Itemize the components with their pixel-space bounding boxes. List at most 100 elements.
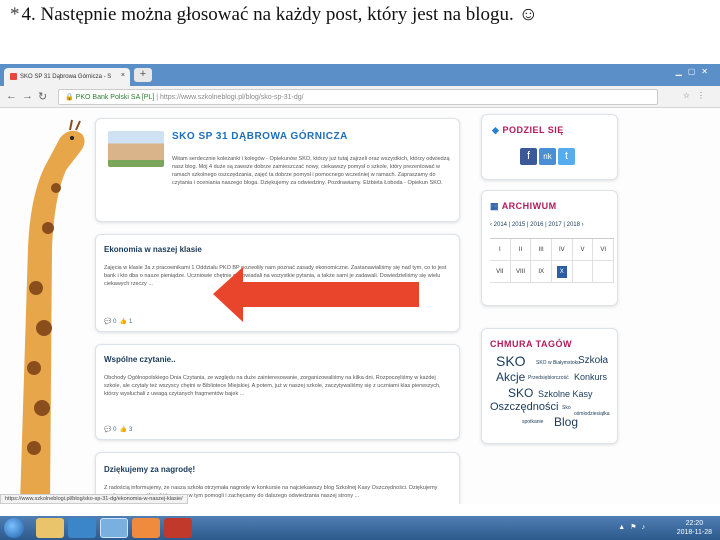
share-buttons: f nk t <box>520 146 607 165</box>
clock-time: 22:20 <box>685 520 704 527</box>
giraffe-illustration-icon <box>0 108 90 504</box>
tag-link[interactable]: SKO <box>496 353 526 369</box>
archive-next-icon[interactable]: › <box>582 222 584 228</box>
archive-month[interactable]: II <box>510 239 532 261</box>
share-widget: ◆ PODZIEL SIĘ f nk t <box>481 114 618 180</box>
tag-link[interactable]: SKO w Białymstoku <box>536 360 580 366</box>
post-card: Wspólne czytanie.. Obchody Ogólnopolskie… <box>95 344 460 440</box>
menu-icon[interactable]: ⋮ <box>697 91 712 100</box>
tab-close-icon[interactable]: × <box>121 72 125 79</box>
comment-count: 0 <box>113 427 117 433</box>
system-tray[interactable]: ▲⚑♪ <box>618 523 650 531</box>
powerpoint-icon[interactable] <box>164 518 192 538</box>
calendar-icon: ▦ <box>490 201 500 211</box>
tab-strip: SKO SP 31 Dąbrowa Górnicza - S × + ▁▢✕ <box>0 64 720 86</box>
post-title[interactable]: Ekonomia w naszej klasie <box>104 245 451 254</box>
media-player-icon[interactable] <box>132 518 160 538</box>
share-title: ◆ PODZIEL SIĘ <box>492 125 564 135</box>
star-icon[interactable]: ☆ <box>683 91 697 100</box>
archive-widget: ▦ ARCHIWUM ‹ 2014 | 2015 | 2016 | 2017 |… <box>481 190 618 306</box>
post-title[interactable]: Wspólne czytanie.. <box>104 355 451 364</box>
internet-explorer-icon[interactable] <box>68 518 96 538</box>
tab-title: SKO SP 31 Dąbrowa Górnicza - S <box>20 74 112 81</box>
post-title[interactable]: Dziękujemy za nagrodę! <box>104 465 451 474</box>
nk-icon[interactable]: nk <box>539 148 556 165</box>
archive-month-active[interactable]: X <box>551 261 573 283</box>
tag-link[interactable]: Szkolne Kasy <box>538 389 593 399</box>
new-tab-button[interactable]: + <box>134 68 152 82</box>
slide-title-text: 4. Następnie można głosować na każdy pos… <box>21 4 519 25</box>
windows-taskbar: ▲⚑♪ 22:20 2018-11-28 <box>0 516 720 540</box>
volume-icon[interactable]: ♪ <box>642 524 651 531</box>
school-intro-card: SKO SP 31 DĄBROWA GÓRNICZA Witam serdecz… <box>95 118 460 222</box>
archive-month-empty <box>593 261 614 283</box>
smiley-icon: ☺ <box>518 4 538 25</box>
back-icon[interactable]: ← <box>6 90 17 102</box>
tag-link[interactable]: Przedsiębiorczość <box>528 375 569 381</box>
archive-years[interactable]: ‹ 2014 | 2015 | 2016 | 2017 | 2018 › <box>490 222 609 228</box>
archive-title: ▦ ARCHIWUM <box>490 201 557 211</box>
tag-link[interactable]: Oszczędności <box>490 401 558 413</box>
network-icon[interactable]: ▲ <box>618 524 630 531</box>
clock-date: 2018-11-28 <box>676 529 712 536</box>
tag-link[interactable]: spotkanie <box>522 419 543 425</box>
slide-bullet: * <box>10 4 20 25</box>
comment-icon[interactable]: 💬 <box>104 319 111 325</box>
tag-cloud-widget: CHMURA TAGÓW SKO SKO w Białymstoku Szkoł… <box>481 328 618 444</box>
file-explorer-icon[interactable] <box>36 518 64 538</box>
browser-window: SKO SP 31 Dąbrowa Górnicza - S × + ▁▢✕ ←… <box>0 64 720 516</box>
chrome-icon[interactable] <box>100 518 128 538</box>
red-arrow-icon <box>213 267 419 322</box>
window-controls[interactable]: ▁▢✕ <box>676 67 714 76</box>
lock-icon: 🔒 <box>65 94 74 101</box>
tag-link[interactable]: SKO <box>508 386 533 400</box>
minimize-icon[interactable]: ▁ <box>676 67 688 76</box>
tag-link[interactable]: Konkurs <box>574 372 607 382</box>
start-button[interactable] <box>4 518 24 538</box>
comment-icon[interactable]: 💬 <box>104 427 111 433</box>
favicon-icon <box>10 73 17 80</box>
tag-link[interactable]: Akcje <box>496 370 525 384</box>
reload-icon[interactable]: ↻ <box>38 90 47 103</box>
tag-link[interactable]: Blog <box>554 415 578 429</box>
tag-link[interactable]: Sko <box>562 405 571 411</box>
like-count: 3 <box>129 427 133 433</box>
forward-icon[interactable]: → <box>22 90 33 102</box>
twitter-icon[interactable]: t <box>558 148 575 165</box>
archive-month[interactable]: III <box>531 239 552 261</box>
thumbs-up-icon[interactable]: 👍 <box>120 427 127 433</box>
comment-count: 0 <box>113 319 117 325</box>
archive-months: I II III IV V VI VII VIII IX X <box>490 238 614 283</box>
archive-month[interactable]: VII <box>490 261 511 283</box>
archive-month[interactable]: V <box>572 239 594 261</box>
archive-month[interactable]: VIII <box>510 261 532 283</box>
archive-month[interactable]: VI <box>593 239 614 261</box>
like-count: 1 <box>129 319 133 325</box>
flag-icon[interactable]: ⚑ <box>630 524 641 531</box>
status-bar-url: https://www.szkolneblogi.pl/blog/sko-sp-… <box>0 494 188 504</box>
archive-month[interactable]: IV <box>551 239 573 261</box>
archive-prev-icon[interactable]: ‹ <box>490 222 492 228</box>
tag-link[interactable]: ośmiodziesiątka <box>574 411 610 417</box>
post-meta: 💬 0 👍 1 <box>104 318 132 325</box>
tag-link[interactable]: Szkoła <box>578 355 608 366</box>
tag-cloud-title: CHMURA TAGÓW <box>490 339 572 349</box>
browser-tab[interactable]: SKO SP 31 Dąbrowa Górnicza - S × <box>4 68 130 86</box>
page-viewport: SKO SP 31 DĄBROWA GÓRNICZA Witam serdecz… <box>0 108 720 504</box>
taskbar-clock[interactable]: 22:20 2018-11-28 <box>677 519 712 537</box>
archive-month[interactable]: I <box>490 239 511 261</box>
close-window-icon[interactable]: ✕ <box>701 67 714 76</box>
archive-year-list[interactable]: 2014 | 2015 | 2016 | 2017 | 2018 <box>494 222 580 228</box>
browser-toolbar: ← → ↻ 🔒 PKO Bank Polski SA [PL] | https:… <box>0 86 720 108</box>
thumbs-up-icon[interactable]: 👍 <box>120 319 127 325</box>
archive-month[interactable]: IX <box>531 261 552 283</box>
maximize-icon[interactable]: ▢ <box>688 67 702 76</box>
presentation-slide: * 4. Następnie można głosować na każdy po… <box>0 0 720 540</box>
toolbar-extension-icons[interactable]: ☆⋮ <box>683 91 712 100</box>
post-meta: 💬 0 👍 3 <box>104 426 132 433</box>
address-url: https://www.szkolneblogi.pl/blog/sko-sp-… <box>159 94 304 101</box>
school-description: Witam serdecznie koleżanki i kolegów - O… <box>172 156 450 186</box>
share-icon: ◆ <box>492 125 500 135</box>
facebook-icon[interactable]: f <box>520 148 537 165</box>
address-bar[interactable]: 🔒 PKO Bank Polski SA [PL] | https://www.… <box>58 89 658 105</box>
